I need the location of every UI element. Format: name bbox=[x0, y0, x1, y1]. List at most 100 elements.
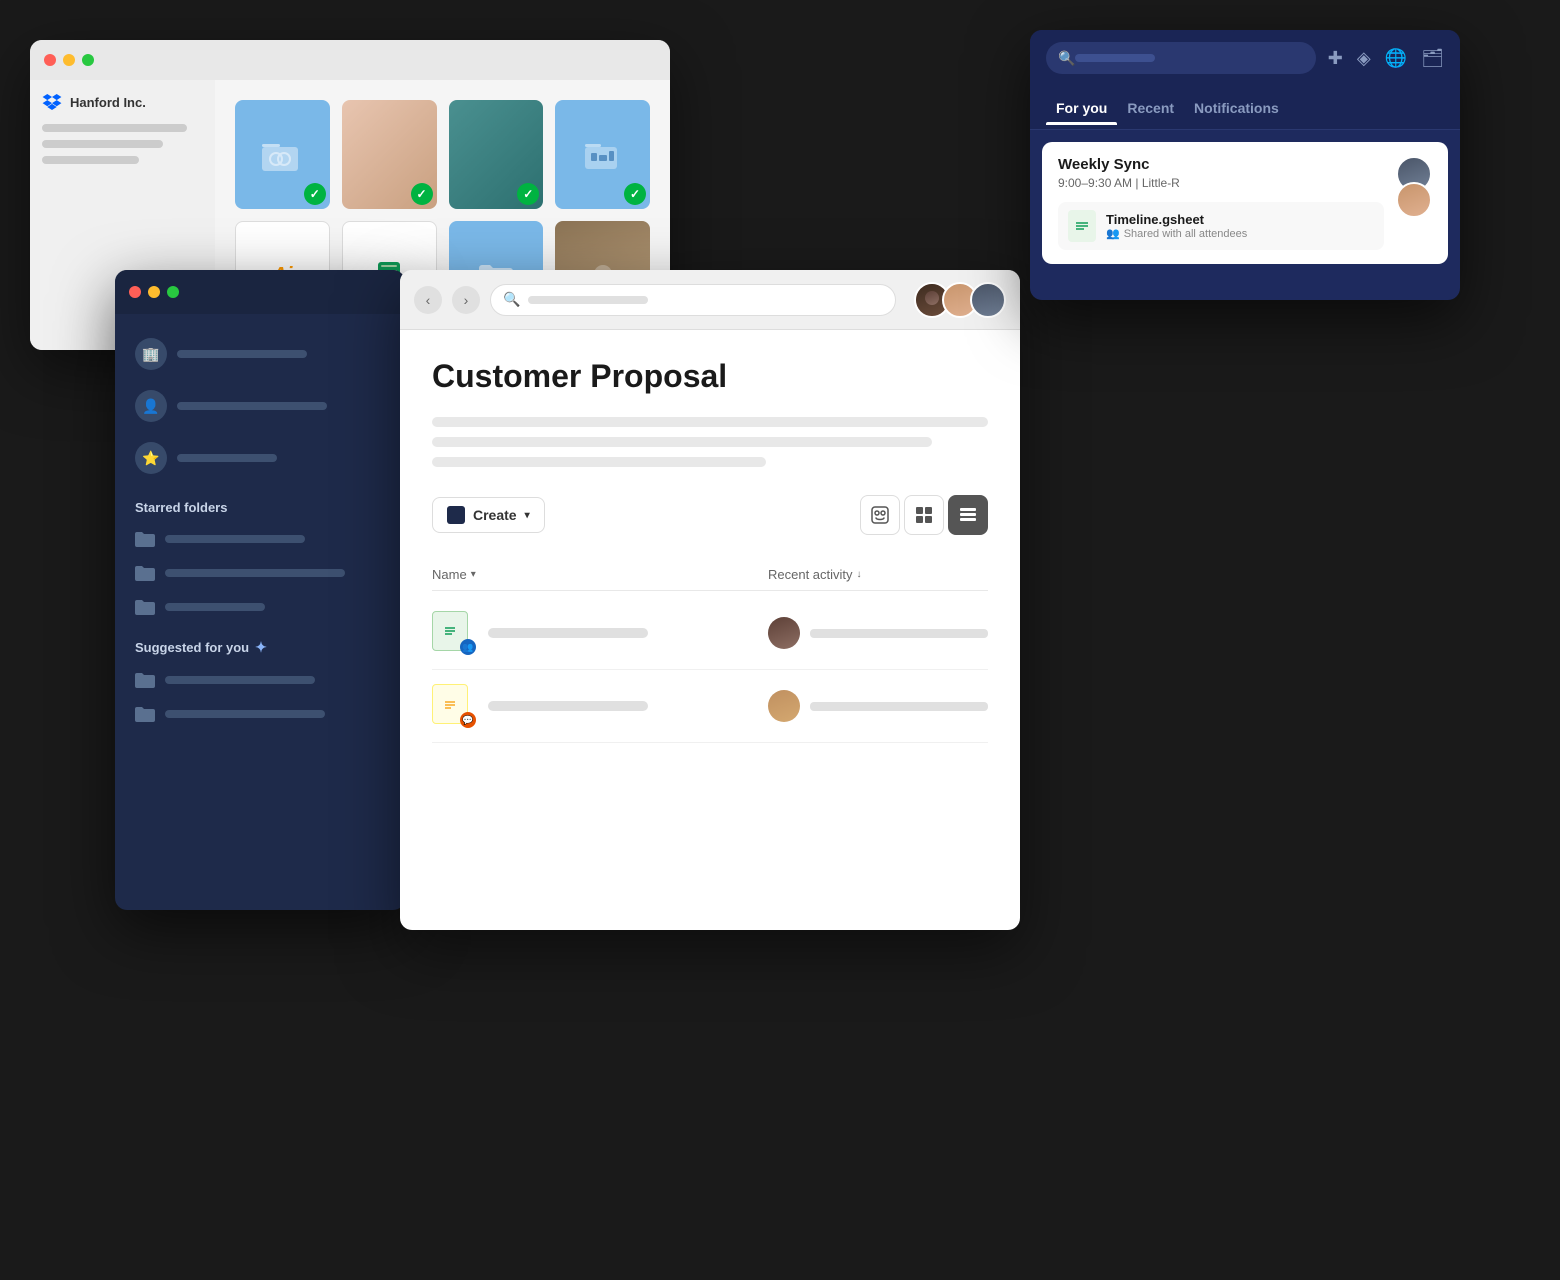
view-btn-list[interactable] bbox=[948, 495, 988, 535]
back-brand-name: Hanford Inc. bbox=[70, 95, 146, 110]
activity-2 bbox=[768, 690, 988, 722]
check-badge-4: ✓ bbox=[624, 183, 646, 205]
gsheet-file-svg bbox=[1073, 215, 1091, 237]
search-icon: 🔍 bbox=[503, 291, 520, 308]
notif-tabs: For you Recent Notifications bbox=[1030, 86, 1460, 130]
page-content: Customer Proposal Create ▾ bbox=[400, 330, 1020, 771]
close-dot[interactable] bbox=[44, 54, 56, 66]
sidebar-line-1 bbox=[42, 124, 187, 132]
activity-1 bbox=[768, 617, 988, 649]
face-view-icon bbox=[871, 506, 889, 524]
shared-text: 👥 Shared with all attendees bbox=[1106, 227, 1247, 240]
folder-group-icon bbox=[262, 139, 302, 171]
notif-card[interactable]: Weekly Sync 9:00–9:30 AM | Little-R Time… bbox=[1042, 142, 1448, 264]
notif-avatar-2 bbox=[1396, 182, 1432, 218]
timeline-file-icon bbox=[1068, 210, 1096, 242]
notif-header-icons: ✚ ◈ 🌐 🗂 bbox=[1328, 48, 1444, 69]
back-button[interactable]: ‹ bbox=[414, 286, 442, 314]
suggested-label: Suggested for you ✦ bbox=[135, 639, 391, 656]
file-icon-wrap-2: 💬 bbox=[432, 684, 476, 728]
view-buttons bbox=[860, 495, 988, 535]
nav-item-starred[interactable]: ⭐ bbox=[129, 434, 391, 482]
file-thumb-3[interactable]: ✓ bbox=[449, 100, 544, 209]
folder-line-5 bbox=[165, 710, 325, 718]
file-name-line-1 bbox=[488, 628, 648, 638]
forward-button[interactable]: › bbox=[452, 286, 480, 314]
notif-file-row[interactable]: Timeline.gsheet 👥 Shared with all attend… bbox=[1058, 202, 1384, 250]
star-icon: ⭐ bbox=[135, 442, 167, 474]
folder-line-3 bbox=[165, 603, 265, 611]
file-thumb-1[interactable]: ✓ bbox=[235, 100, 330, 209]
nav-item-user[interactable]: 👤 bbox=[129, 382, 391, 430]
browser-bar: ‹ › 🔍 bbox=[400, 270, 1020, 330]
sidebar-line-3 bbox=[42, 156, 139, 164]
starred-folder-3[interactable] bbox=[129, 593, 391, 621]
table-header: Name ▾ Recent activity ↓ bbox=[432, 559, 988, 591]
folder-line-4 bbox=[165, 676, 315, 684]
brand-row: Hanford Inc. bbox=[42, 94, 203, 110]
minimize-dot[interactable] bbox=[63, 54, 75, 66]
tab-for-you[interactable]: For you bbox=[1046, 92, 1117, 124]
folder-icon-2 bbox=[135, 565, 155, 581]
starred-folder-1[interactable] bbox=[129, 525, 391, 553]
nav-line-2 bbox=[177, 402, 327, 410]
search-bar[interactable]: 🔍 bbox=[490, 284, 896, 316]
notif-card-content: Weekly Sync 9:00–9:30 AM | Little-R Time… bbox=[1058, 156, 1384, 250]
file-badge-blue: 👥 bbox=[460, 639, 476, 655]
tab-notifications[interactable]: Notifications bbox=[1184, 92, 1289, 124]
view-btn-grid[interactable] bbox=[904, 495, 944, 535]
suggested-folder-2[interactable] bbox=[129, 700, 391, 728]
avatar-group bbox=[914, 282, 1006, 318]
notif-file-info: Timeline.gsheet 👥 Shared with all attend… bbox=[1106, 212, 1247, 240]
col-name-header[interactable]: Name ▾ bbox=[432, 567, 768, 582]
file-thumb-2[interactable]: ✓ bbox=[342, 100, 437, 209]
building-folder-icon bbox=[585, 139, 621, 171]
file-icon-wrap-1: 👥 bbox=[432, 611, 476, 655]
tab-recent[interactable]: Recent bbox=[1117, 92, 1184, 124]
create-label: Create bbox=[473, 507, 517, 523]
timeline-filename: Timeline.gsheet bbox=[1106, 212, 1247, 227]
view-btn-face[interactable] bbox=[860, 495, 900, 535]
doc-file-icon bbox=[442, 694, 458, 714]
sidebar-main-content: 🏢 👤 ⭐ Starred folders bbox=[115, 314, 405, 750]
check-badge-2: ✓ bbox=[411, 183, 433, 205]
content-line-3 bbox=[432, 457, 766, 467]
notif-search-bar[interactable]: 🔍 bbox=[1046, 42, 1316, 74]
content-lines bbox=[432, 417, 988, 467]
globe-icon[interactable]: 🌐 bbox=[1385, 48, 1407, 69]
sort-icon-activity: ↓ bbox=[857, 569, 862, 580]
grid-view-icon bbox=[915, 506, 933, 524]
close-dot-2[interactable] bbox=[129, 286, 141, 298]
layers-icon[interactable]: ◈ bbox=[1357, 48, 1371, 69]
window-sidebar: 🏢 👤 ⭐ Starred folders bbox=[115, 270, 405, 910]
starred-folders-label: Starred folders bbox=[135, 500, 391, 515]
maximize-dot[interactable] bbox=[82, 54, 94, 66]
sheet-file-icon bbox=[442, 621, 458, 641]
toolbar-row: Create ▾ bbox=[432, 495, 988, 535]
titlebar-back bbox=[30, 40, 670, 80]
content-line-1 bbox=[432, 417, 988, 427]
folder-icon-5 bbox=[135, 706, 155, 722]
starred-folder-2[interactable] bbox=[129, 559, 391, 587]
search-placeholder bbox=[528, 296, 648, 304]
page-title: Customer Proposal bbox=[432, 358, 988, 395]
nav-item-org[interactable]: 🏢 bbox=[129, 330, 391, 378]
plus-icon[interactable]: ✚ bbox=[1328, 48, 1343, 69]
activity-line-2 bbox=[810, 702, 988, 711]
maximize-dot-2[interactable] bbox=[167, 286, 179, 298]
check-badge-1: ✓ bbox=[304, 183, 326, 205]
file-row-1[interactable]: 👥 bbox=[432, 597, 988, 670]
col-activity-header[interactable]: Recent activity ↓ bbox=[768, 567, 988, 582]
notif-avatars bbox=[1396, 156, 1432, 218]
folder-icon-header[interactable]: 🗂 bbox=[1421, 48, 1444, 69]
suggested-folder-1[interactable] bbox=[129, 666, 391, 694]
folder-icon-3 bbox=[135, 599, 155, 615]
notif-search-icon: 🔍 bbox=[1058, 50, 1075, 67]
minimize-dot-2[interactable] bbox=[148, 286, 160, 298]
notif-arrow bbox=[1233, 30, 1257, 32]
folder-icon-4 bbox=[135, 672, 155, 688]
file-row-2[interactable]: 💬 bbox=[432, 670, 988, 743]
building-icon: 🏢 bbox=[135, 338, 167, 370]
create-button[interactable]: Create ▾ bbox=[432, 497, 545, 533]
file-thumb-4[interactable]: ✓ bbox=[555, 100, 650, 209]
